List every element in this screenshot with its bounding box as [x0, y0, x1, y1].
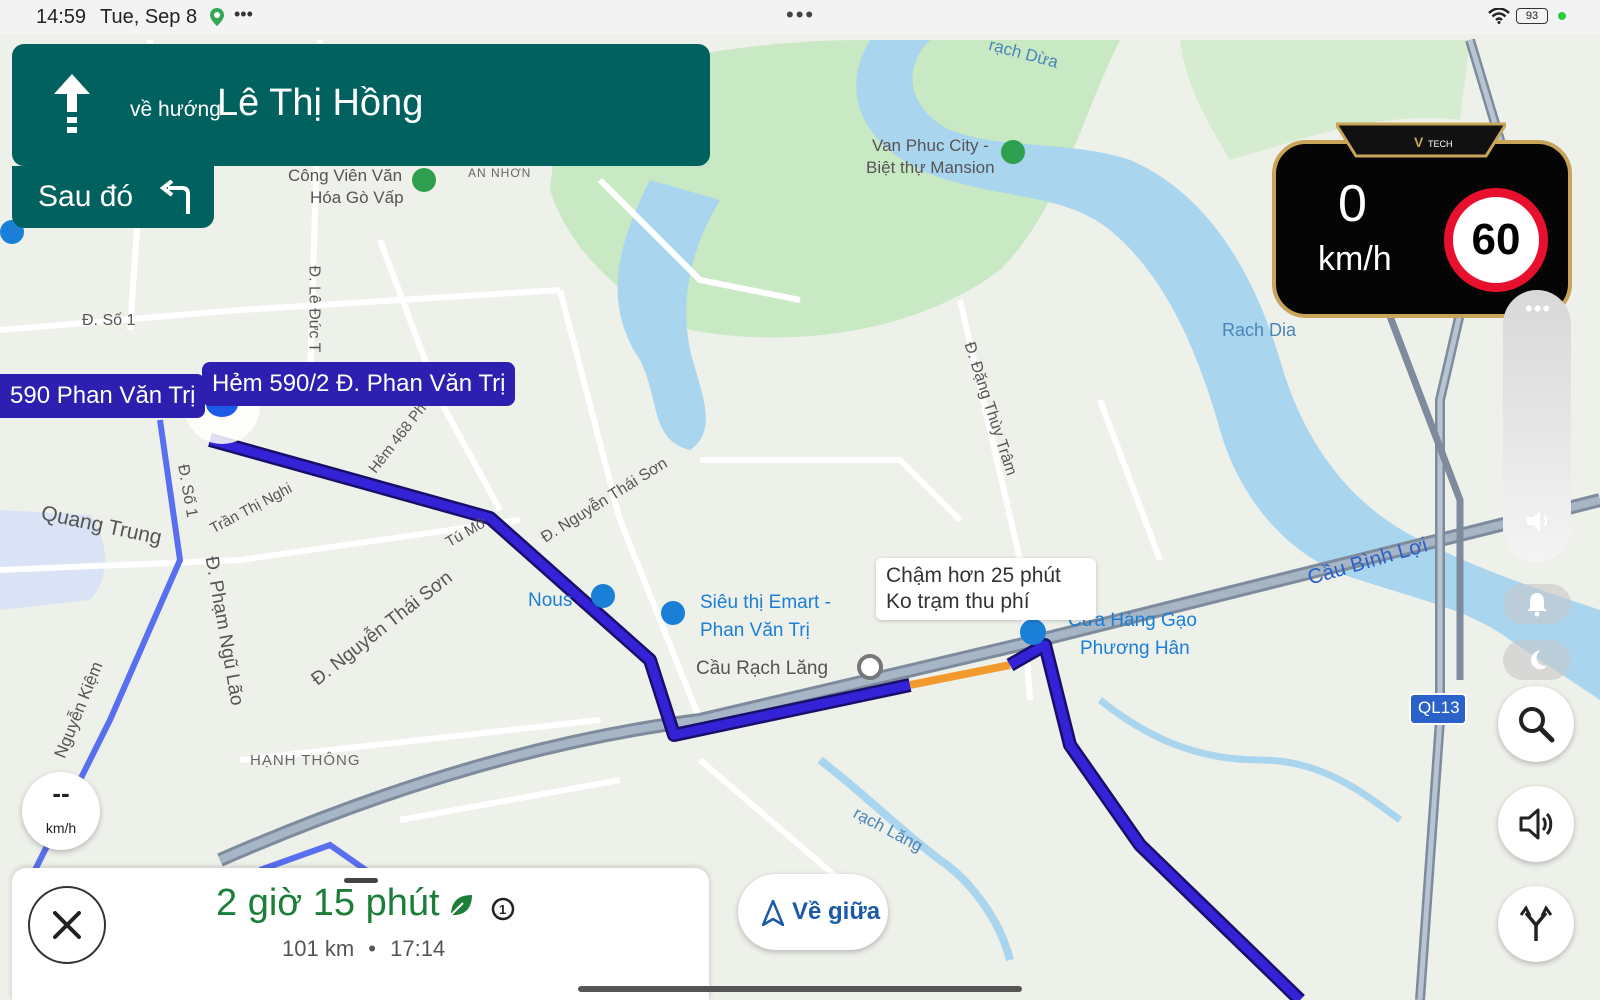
toward-label: về hướng	[130, 98, 221, 121]
map-label-van-phuc: Van Phuc City -	[872, 136, 989, 155]
emart-marker	[661, 601, 685, 625]
wifi-icon	[1488, 7, 1510, 29]
arrow-up-icon	[52, 74, 92, 141]
recenter-label: Về giữa	[792, 898, 881, 925]
volume-small-icon	[1525, 510, 1551, 537]
side-volume-panel[interactable]: •••	[1503, 290, 1571, 562]
status-date: Tue, Sep 8	[100, 6, 198, 28]
speed-readout-button[interactable]: -- km/h	[22, 772, 100, 850]
search-button[interactable]	[1498, 686, 1574, 762]
map-label-cau-rach-lang: Cầu Rạch Lăng	[696, 658, 829, 679]
map-label-rach-dia: Rach Dia	[1222, 320, 1297, 340]
svg-text:TECH: TECH	[1428, 139, 1453, 149]
svg-text:1: 1	[499, 902, 506, 917]
map-label-van-phuc2: Biệt thự Mansion	[866, 158, 995, 177]
rice-shop-marker	[1020, 619, 1046, 645]
park-marker	[412, 168, 436, 192]
destination-hint-label[interactable]: Hẻm 590/2 Đ. Phan Văn Trị	[202, 362, 516, 406]
panel-more-icon[interactable]: •••	[1525, 296, 1551, 322]
turn-left-icon	[158, 179, 194, 219]
nous-marker	[591, 584, 615, 608]
status-more-icon: •••	[234, 4, 253, 24]
then-maneuver-box[interactable]: Sau đó	[12, 166, 214, 228]
map-label-cua-hang-gao2[interactable]: Phương Hân	[1080, 638, 1190, 660]
svg-text:V: V	[1414, 134, 1424, 150]
eco-leaf-icon	[448, 892, 474, 923]
current-speed: 0	[1338, 175, 1367, 233]
exit-navigation-button[interactable]	[28, 886, 106, 964]
route-options-button[interactable]	[1498, 886, 1574, 962]
next-street-name: Lê Thị Hồng	[217, 82, 424, 124]
speed-readout-value: --	[52, 778, 70, 808]
map-label-ql13: QL13	[1418, 698, 1460, 717]
notification-bell-button[interactable]	[1503, 584, 1571, 624]
map-label-park2: Hóa Gò Vấp	[310, 188, 404, 207]
map-label-le-duc: Đ. Lê Đức T	[305, 265, 323, 353]
map-label-nous[interactable]: Nous	[528, 590, 572, 612]
search-icon	[1519, 707, 1555, 743]
multitask-dots[interactable]: •••	[786, 2, 815, 28]
map-label-an-nhon: AN NHƠN	[468, 166, 532, 180]
park-marker-2	[1001, 140, 1025, 164]
then-label: Sau đó	[38, 180, 134, 213]
camera-in-use-dot	[1558, 12, 1566, 20]
status-time: 14:59	[36, 6, 87, 28]
speed-readout-unit: km/h	[45, 820, 77, 836]
night-mode-button[interactable]	[1503, 640, 1571, 680]
map-label-emart2[interactable]: Phan Văn Trị	[700, 620, 810, 642]
map-label-emart[interactable]: Siêu thị Emart -	[700, 592, 831, 614]
origin-label[interactable]: 590 Phan Văn Trị	[0, 374, 206, 418]
toll-info-icon[interactable]: 1	[490, 896, 516, 927]
separator-dot: •	[368, 936, 376, 961]
brand-logo: V TECH	[1336, 122, 1506, 158]
moon-icon	[1531, 650, 1547, 670]
bell-icon	[1527, 593, 1547, 617]
status-bar: 14:59 Tue, Sep 8 ••• ••• 93	[0, 0, 1600, 34]
speaker-icon	[1519, 808, 1553, 840]
navigation-arrow-icon	[761, 899, 785, 931]
fork-arrows-icon	[1519, 905, 1553, 941]
cau-rach-lang-marker	[857, 654, 883, 680]
tooltip-line2: Ko trạm thu phí	[886, 590, 1030, 613]
route-tooltip[interactable]: Chậm hơn 25 phút Ko trạm thu phí	[876, 558, 1096, 620]
trip-duration: 2 giờ 15 phút	[216, 882, 440, 924]
maps-app-icon	[210, 8, 224, 31]
trip-distance-eta: 101 km • 17:14	[282, 936, 445, 962]
battery-indicator: 93	[1516, 8, 1548, 24]
close-icon	[53, 911, 81, 939]
speed-limit-sign: 60	[1444, 188, 1548, 292]
recenter-button[interactable]: Về giữa	[738, 874, 888, 950]
map-label-hanh-thong: HẠNH THÔNG	[250, 752, 361, 769]
navigation-banner[interactable]: về hướng Lê Thị Hồng	[12, 44, 710, 166]
audio-button[interactable]	[1498, 786, 1574, 862]
arrival-time: 17:14	[390, 936, 446, 961]
home-indicator[interactable]	[578, 986, 1022, 992]
tooltip-line1: Chậm hơn 25 phút	[886, 564, 1061, 587]
speed-unit: km/h	[1318, 240, 1392, 278]
trip-distance: 101 km	[282, 936, 355, 961]
map-label-park: Công Viên Văn	[288, 166, 403, 185]
trip-summary-card[interactable]: 2 giờ 15 phút 1 101 km • 17:14	[12, 868, 709, 1000]
map-label-so1-top: Đ. Số 1	[82, 312, 136, 329]
